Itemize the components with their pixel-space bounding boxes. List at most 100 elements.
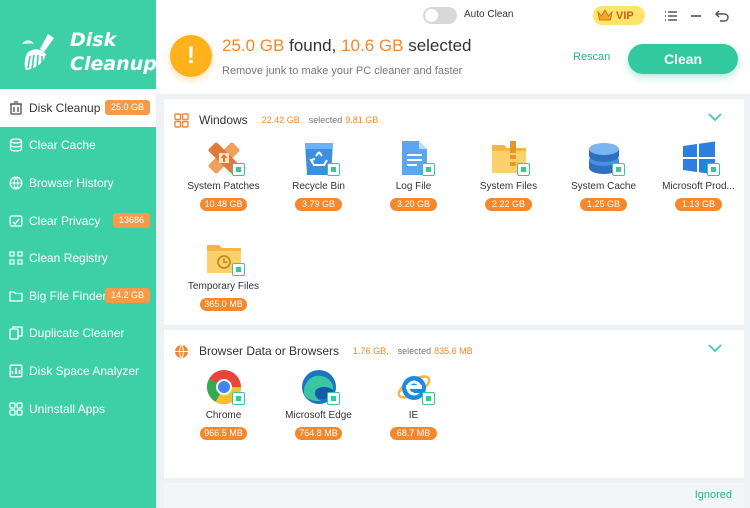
sidebar-item-clear-cache[interactable]: Clear Cache [0, 127, 156, 165]
item-checkbox[interactable] [232, 263, 245, 276]
sidebar: Disk Cleanup Disk Cleanup 25.0 GB Clear … [0, 0, 157, 508]
broom-icon [22, 34, 54, 70]
back-icon[interactable] [714, 8, 730, 24]
selected-value: 10.6 GB [341, 36, 404, 55]
sidebar-item-clear-privacy[interactable]: Clear Privacy 13686 [0, 202, 156, 240]
apps-icon [9, 401, 23, 416]
category-selected-label: selected [397, 346, 432, 356]
sidebar-item-duplicate-cleaner[interactable]: Duplicate Cleaner [0, 315, 156, 353]
category-size: 22.42 GB [261, 115, 300, 125]
chevron-down-icon[interactable] [708, 112, 722, 122]
sidebar-item-label: Duplicate Cleaner [29, 326, 125, 341]
duplicate-icon [9, 326, 23, 341]
header: Auto Clean VIP ! 25.0 GB found, 10.6 GB … [156, 0, 750, 94]
crown-icon [597, 9, 613, 21]
item-checkbox[interactable] [422, 163, 435, 176]
junk-item-microsoft-products[interactable]: Microsoft Prod... 1.13 GB [651, 139, 746, 219]
junk-item-system-patches[interactable]: System Patches 10.48 GB [176, 139, 271, 219]
item-size-badge: 365.0 MB [200, 298, 247, 311]
item-size-badge: 10.48 GB [200, 198, 247, 211]
category-selected-value: 9.81 GB [345, 115, 379, 125]
windows-category-icon [174, 112, 189, 128]
cache-icon [9, 138, 23, 153]
sidebar-badge: 14.2 GB [104, 287, 150, 303]
chevron-down-icon[interactable] [708, 343, 722, 353]
analyzer-icon [9, 364, 23, 378]
sidebar-badge: 13686 [112, 212, 150, 228]
item-label: Temporary Files [187, 281, 260, 292]
results-panel: Windows 22.42 GB selected 9.81 GB System… [156, 94, 750, 508]
junk-item-system-cache[interactable]: System Cache 1.25 GB [556, 139, 651, 219]
item-size-badge: 2.22 GB [485, 198, 532, 211]
sidebar-item-disk-space-analyzer[interactable]: Disk Space Analyzer [0, 352, 156, 390]
item-size-badge: 68.7 MB [390, 427, 437, 440]
sidebar-item-big-file-finder[interactable]: Big File Finder 14.2 GB [0, 277, 156, 315]
junk-item-microsoft-edge[interactable]: Microsoft Edge 764.8 MB [271, 368, 366, 448]
auto-clean-toggle[interactable] [423, 7, 457, 24]
sidebar-item-browser-history[interactable]: Browser History [0, 164, 156, 202]
sidebar-item-label: Browser History [29, 175, 114, 190]
logo-line-2: Cleanup [70, 53, 157, 75]
item-size-badge: 3.20 GB [390, 198, 437, 211]
item-checkbox[interactable] [707, 163, 720, 176]
auto-clean-label: Auto Clean [464, 9, 514, 20]
category-header[interactable]: Browser Data or Browsers 1.76 GB, select… [174, 342, 473, 360]
item-label: IE [408, 410, 419, 421]
sidebar-item-clean-registry[interactable]: Clean Registry [0, 239, 156, 277]
sidebar-item-label: Uninstall Apps [29, 401, 106, 416]
category-browsers: Browser Data or Browsers 1.76 GB, select… [164, 330, 744, 478]
footer-bar: Ignored [164, 483, 744, 508]
item-label: Microsoft Prod... [662, 181, 735, 192]
junk-item-recycle-bin[interactable]: Recycle Bin 3.79 GB [271, 139, 366, 219]
rescan-link[interactable]: Rescan [573, 51, 610, 63]
junk-item-system-files[interactable]: System Files 2.22 GB [461, 139, 556, 219]
found-value: 25.0 GB [222, 36, 285, 55]
folder-icon [9, 291, 23, 302]
item-checkbox[interactable] [517, 163, 530, 176]
item-size-badge: 764.8 MB [295, 427, 342, 440]
item-checkbox[interactable] [422, 392, 435, 405]
sidebar-item-label: Big File Finder [29, 288, 107, 303]
sidebar-item-label: Clean Registry [29, 251, 108, 266]
item-size-badge: 1.13 GB [675, 198, 722, 211]
category-size: 1.76 GB, [353, 346, 389, 356]
junk-item-temporary-files[interactable]: Temporary Files 365.0 MB [176, 239, 271, 319]
registry-icon [9, 251, 23, 265]
category-title: Browser Data or Browsers [199, 344, 340, 358]
item-checkbox[interactable] [232, 163, 245, 176]
privacy-icon [9, 214, 23, 227]
category-selected-label: selected [308, 115, 343, 125]
selected-label: selected [403, 36, 472, 55]
item-size-badge: 3.79 GB [295, 198, 342, 211]
item-checkbox[interactable] [232, 392, 245, 405]
category-header[interactable]: Windows 22.42 GB selected 9.81 GB [174, 111, 378, 129]
junk-item-log-file[interactable]: Log File 3.20 GB [366, 139, 461, 219]
category-selected-value: 835.6 MB [434, 346, 473, 356]
sidebar-item-uninstall-apps[interactable]: Uninstall Apps [0, 390, 156, 428]
ignored-link[interactable]: Ignored [695, 489, 732, 501]
scan-summary: 25.0 GB found, 10.6 GB selected [222, 36, 472, 56]
sidebar-item-disk-cleanup[interactable]: Disk Cleanup 25.0 GB [0, 89, 156, 127]
sidebar-item-label: Disk Space Analyzer [29, 363, 140, 378]
clean-button[interactable]: Clean [628, 44, 738, 74]
minimize-icon[interactable] [688, 8, 704, 24]
item-checkbox[interactable] [612, 163, 625, 176]
menu-icon[interactable] [663, 8, 679, 24]
sidebar-item-label: Disk Cleanup [29, 100, 101, 115]
disk-cleanup-icon [10, 101, 22, 115]
vip-button[interactable]: VIP [593, 6, 645, 25]
sidebar-item-label: Clear Cache [29, 138, 96, 153]
item-checkbox[interactable] [327, 392, 340, 405]
vip-label: VIP [616, 9, 634, 22]
subtitle: Remove junk to make your PC cleaner and … [222, 65, 463, 77]
found-label: found, [284, 36, 342, 55]
sidebar-badge: 25.0 GB [104, 100, 150, 115]
item-checkbox[interactable] [327, 163, 340, 176]
browser-icon [9, 176, 23, 190]
warning-icon: ! [170, 35, 212, 77]
item-size-badge: 966.5 MB [200, 427, 247, 440]
globe-icon [175, 344, 188, 358]
category-title: Windows [199, 113, 248, 127]
junk-item-ie[interactable]: IE 68.7 MB [366, 368, 461, 448]
junk-item-chrome[interactable]: Chrome 966.5 MB [176, 368, 271, 448]
